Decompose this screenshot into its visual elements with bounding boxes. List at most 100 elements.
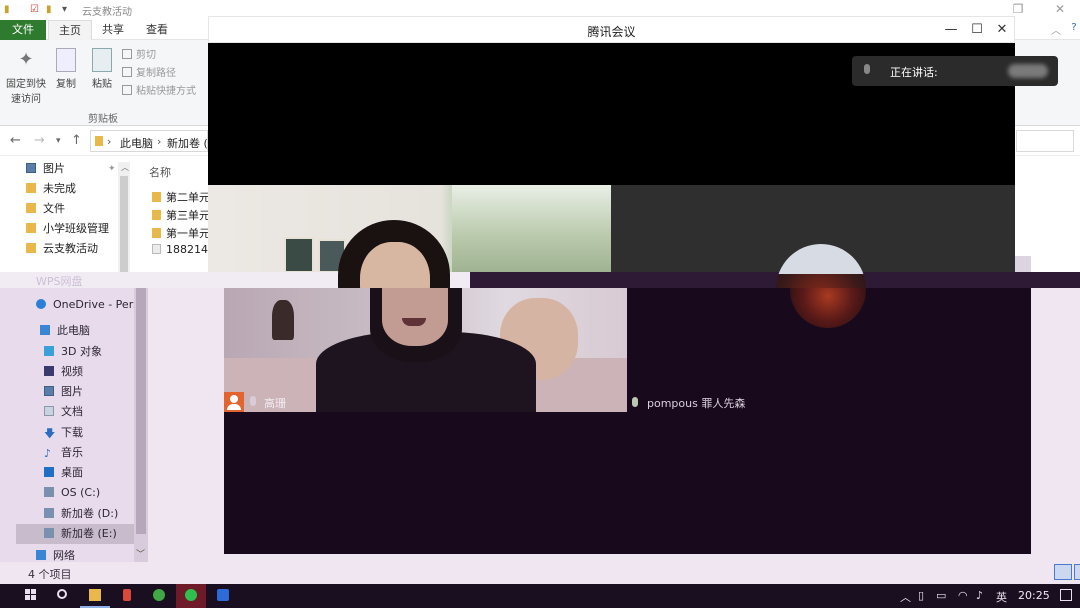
- nav-label: 下载: [61, 426, 83, 439]
- nav-item-pictures[interactable]: 图片 ✦: [26, 160, 116, 178]
- nav-item-videos[interactable]: 视频: [44, 363, 83, 381]
- microphone-icon: [250, 396, 256, 406]
- breadcrumb-this-pc[interactable]: 此电脑: [120, 135, 153, 151]
- up-arrow-icon[interactable]: ↑: [71, 133, 82, 148]
- nav-item-network[interactable]: 网络: [36, 550, 75, 562]
- nav-pane-scrollbar[interactable]: ︿: [118, 162, 130, 272]
- clipboard-group-label: 剪贴板: [88, 114, 118, 125]
- nav-item-music[interactable]: ♪ 音乐: [44, 444, 83, 462]
- wifi-icon[interactable]: ◠: [958, 589, 968, 602]
- nav-item-files[interactable]: 文件: [26, 200, 65, 218]
- back-arrow-icon[interactable]: ←: [10, 133, 21, 148]
- nav-label: 音乐: [61, 446, 83, 459]
- video-icon: [44, 366, 54, 376]
- battery-icon[interactable]: ▭: [936, 589, 946, 602]
- taskbar-file-explorer[interactable]: [80, 584, 110, 608]
- tab-view[interactable]: 查看: [136, 20, 178, 40]
- large-icons-view-icon[interactable]: [1074, 564, 1080, 580]
- nav-item-unfinished[interactable]: 未完成: [26, 180, 76, 198]
- nav-item-desktop[interactable]: 桌面: [44, 464, 83, 482]
- nav-item-cloud-teaching[interactable]: 云支教活动: [26, 240, 98, 258]
- nav-label: 桌面: [61, 466, 83, 479]
- clock[interactable]: 20:25: [1018, 589, 1050, 602]
- notification-icon[interactable]: [1060, 589, 1072, 601]
- pin-label-line1: 固定到快: [6, 79, 46, 90]
- folder-icon: [152, 192, 161, 202]
- paste-shortcut-icon: [122, 85, 132, 95]
- chevron-up-icon[interactable]: ︿: [121, 162, 129, 173]
- nav-item-3d-objects[interactable]: 3D 对象: [44, 343, 102, 361]
- microphone-icon: [632, 397, 638, 407]
- details-view-icon[interactable]: [1054, 564, 1072, 580]
- scrollbar-thumb[interactable]: [136, 288, 146, 534]
- search-button[interactable]: [48, 584, 78, 608]
- nav-item-drive-d[interactable]: 新加卷 (D:): [44, 505, 118, 523]
- nav-label: 此电脑: [57, 324, 90, 337]
- nav-item-wps-cloud[interactable]: WPS网盘: [36, 273, 83, 289]
- copy-label: 复制: [56, 79, 76, 90]
- nav-item-onedrive[interactable]: OneDrive - Persc: [36, 296, 145, 314]
- file-name: 第三单元: [166, 209, 208, 222]
- chevron-up-icon[interactable]: ︿: [1046, 22, 1066, 37]
- close-icon[interactable]: ✕: [1050, 2, 1070, 16]
- list-item[interactable]: 第一单元: [152, 225, 208, 241]
- taskbar-wechat[interactable]: [176, 584, 206, 608]
- copy-path-button[interactable]: 复制路径: [122, 64, 176, 79]
- nav-label: 视频: [61, 365, 83, 378]
- customize-quick-access-icon[interactable]: ▾: [62, 4, 67, 15]
- copy-icon: [56, 48, 76, 72]
- glitch-band: WPS网盘: [0, 272, 1080, 288]
- list-item[interactable]: 第三单元: [152, 207, 208, 223]
- list-item[interactable]: 第二单元: [152, 189, 208, 205]
- ime-indicator[interactable]: 英: [996, 589, 1007, 605]
- close-icon[interactable]: ✕: [992, 22, 1012, 37]
- pictures-icon: [26, 163, 36, 173]
- minimize-icon[interactable]: —: [941, 22, 961, 37]
- folder-icon: [26, 223, 36, 233]
- taskbar-app[interactable]: [112, 584, 142, 608]
- recent-locations-icon[interactable]: ▾: [56, 136, 61, 146]
- properties-icon[interactable]: ☑: [30, 4, 39, 15]
- cut-button[interactable]: 剪切: [122, 46, 156, 61]
- copy-button[interactable]: 复制: [52, 48, 80, 90]
- tab-share[interactable]: 共享: [92, 20, 134, 40]
- nav-item-downloads[interactable]: 🡇 下载: [44, 424, 83, 442]
- breadcrumb-volume[interactable]: 新加卷 (I: [167, 135, 211, 151]
- column-header-name[interactable]: 名称: [149, 164, 171, 180]
- nav-label: OS (C:): [61, 486, 101, 499]
- start-button[interactable]: [16, 584, 46, 608]
- nav-item-drive-c[interactable]: OS (C:): [44, 484, 100, 502]
- nav-label: 云支教活动: [43, 242, 98, 255]
- new-folder-icon[interactable]: ▮: [46, 4, 52, 15]
- video-tile-1-lower[interactable]: [224, 288, 627, 412]
- cut-label: 剪切: [136, 50, 156, 61]
- search-input[interactable]: [1016, 130, 1074, 152]
- nav-item-documents[interactable]: 文档: [44, 403, 83, 421]
- address-path-box[interactable]: › 此电脑 › 新加卷 (I: [90, 130, 211, 152]
- nav-pane-scrollbar-lower[interactable]: ﹀: [134, 288, 148, 562]
- paste-button[interactable]: 粘贴: [88, 48, 116, 90]
- restore-icon[interactable]: ❐: [1008, 2, 1028, 16]
- chevron-up-icon[interactable]: ︿: [900, 589, 911, 605]
- nav-item-pictures-pc[interactable]: 图片: [44, 383, 83, 401]
- paste-shortcut-button[interactable]: 粘贴快捷方式: [122, 82, 196, 97]
- list-item[interactable]: 1882140: [152, 243, 208, 256]
- meeting-video-area-lower: [224, 412, 1031, 554]
- nav-item-this-pc[interactable]: 此电脑: [40, 322, 90, 340]
- pin-to-quick-access-button[interactable]: ✦ 固定到快 速访问: [4, 48, 48, 105]
- scrollbar-thumb[interactable]: [120, 176, 128, 272]
- tab-file[interactable]: 文件: [0, 20, 46, 40]
- windows-logo-icon: [25, 589, 37, 601]
- nav-item-drive-e[interactable]: 新加卷 (E:): [44, 525, 117, 543]
- maximize-icon[interactable]: ☐: [967, 22, 987, 37]
- chevron-down-icon[interactable]: ﹀: [136, 547, 145, 560]
- usb-icon[interactable]: ▯: [918, 589, 924, 602]
- tab-home[interactable]: 主页: [48, 20, 92, 40]
- nav-item-class-management[interactable]: 小学班级管理: [26, 220, 109, 238]
- forward-arrow-icon[interactable]: →: [34, 133, 45, 148]
- volume-icon[interactable]: ♪: [976, 589, 983, 602]
- taskbar-tencent-meeting[interactable]: [208, 584, 238, 608]
- folder-icon: [26, 183, 36, 193]
- taskbar-browser[interactable]: [144, 584, 174, 608]
- help-icon[interactable]: ?: [1064, 22, 1080, 33]
